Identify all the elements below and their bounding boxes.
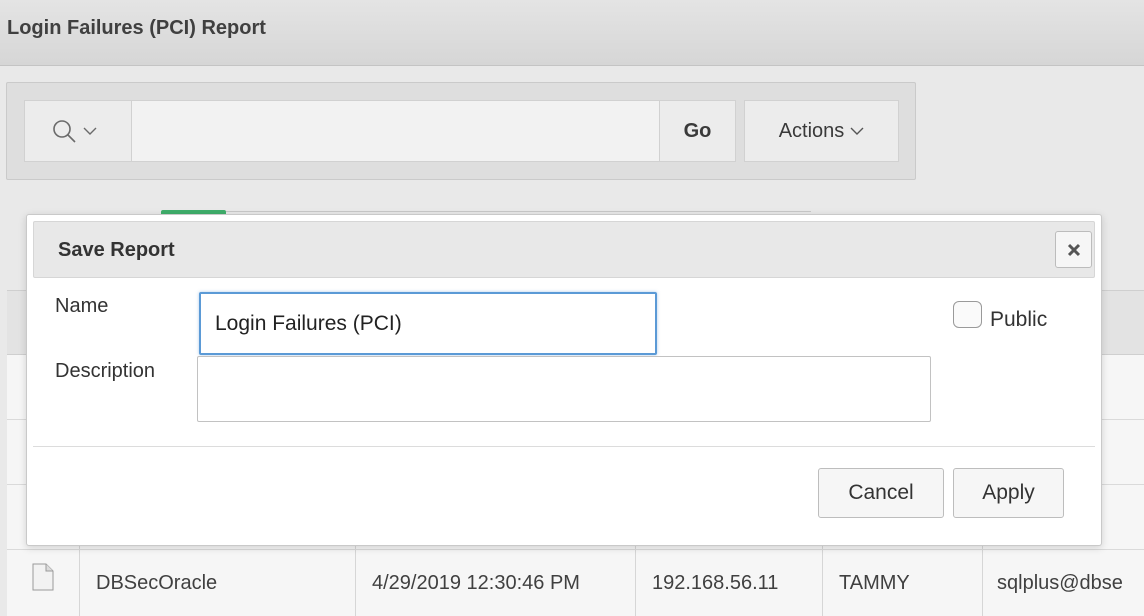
search-input[interactable] — [132, 100, 660, 162]
chevron-down-icon — [850, 127, 864, 135]
dialog-title: Save Report — [58, 239, 175, 261]
tab-divider — [226, 211, 811, 212]
chevron-down-icon — [83, 127, 97, 135]
public-label[interactable]: Public — [990, 308, 1047, 332]
dialog-divider — [33, 446, 1095, 447]
table-cell: 192.168.56.11 — [636, 550, 823, 616]
description-input[interactable] — [197, 356, 931, 422]
save-report-dialog: Save Report Name Public Description Canc… — [26, 214, 1102, 546]
page-header: Login Failures (PCI) Report — [0, 0, 1144, 66]
go-button[interactable]: Go — [659, 100, 736, 162]
search-column-select[interactable] — [24, 100, 132, 162]
actions-label: Actions — [778, 119, 845, 142]
actions-button[interactable]: Actions — [744, 100, 899, 162]
table-cell: TAMMY — [823, 550, 983, 616]
close-icon — [1067, 243, 1080, 256]
table-row[interactable]: DBSecOracle 4/29/2019 12:30:46 PM 192.16… — [7, 550, 1144, 616]
row-icon-cell[interactable] — [7, 550, 80, 616]
table-cell: DBSecOracle — [80, 550, 356, 616]
search-icon — [53, 120, 76, 143]
table-cell: 4/29/2019 12:30:46 PM — [356, 550, 636, 616]
cancel-button[interactable]: Cancel — [818, 468, 944, 518]
name-input[interactable] — [199, 292, 657, 355]
dialog-titlebar[interactable]: Save Report — [33, 221, 1095, 278]
name-label: Name — [55, 295, 109, 317]
close-button[interactable] — [1055, 231, 1092, 268]
page-title: Login Failures (PCI) Report — [7, 17, 266, 39]
document-icon[interactable] — [32, 563, 54, 591]
search-toolbar: Go Actions — [6, 82, 916, 180]
description-label: Description — [55, 360, 156, 382]
apply-button[interactable]: Apply — [953, 468, 1064, 518]
table-cell: sqlplus@dbse — [997, 572, 1123, 594]
public-checkbox[interactable] — [953, 301, 982, 328]
